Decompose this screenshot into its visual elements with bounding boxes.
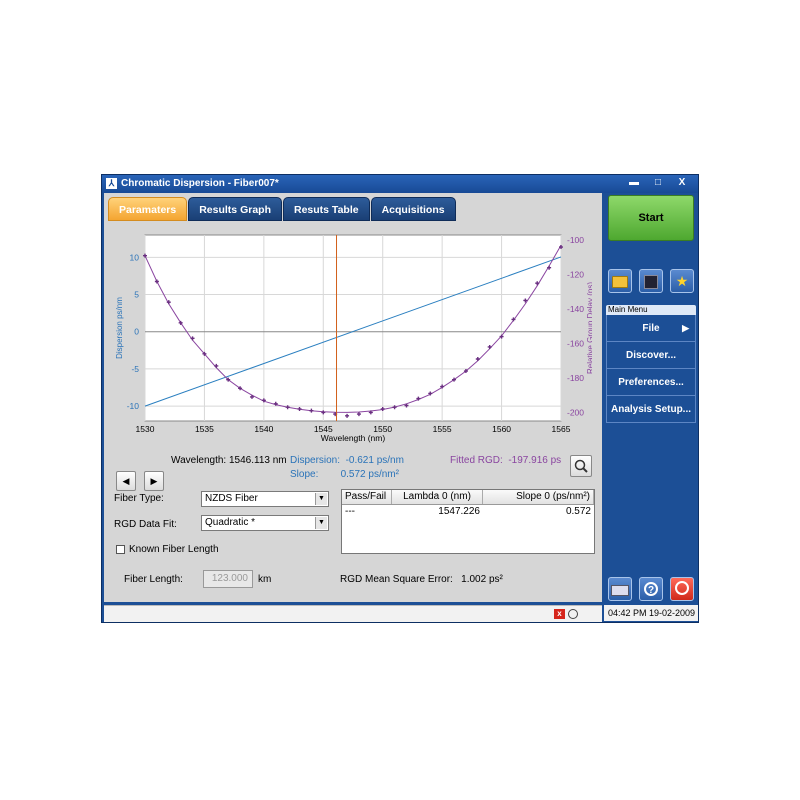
- dispersion-chart[interactable]: 1530 1535 1540 1545 1550 1555 1560 1565 10 5 0 -5 -1…: [112, 231, 592, 459]
- tab-acquisitions[interactable]: Acquisitions: [370, 197, 456, 221]
- tab-results-table[interactable]: Resuts Table: [283, 197, 370, 221]
- fiber-length-unit: km: [258, 574, 272, 585]
- fiber-length-input[interactable]: 123.000: [203, 570, 253, 588]
- menu-item-file[interactable]: File ▶: [606, 315, 696, 342]
- keyboard-button[interactable]: [608, 577, 632, 601]
- table-row[interactable]: --- 1547.226 0.572: [342, 505, 594, 519]
- app-icon: ⅄: [106, 178, 117, 189]
- table-cell-lambda0: 1547.226: [438, 506, 480, 517]
- column-header-slope0[interactable]: Slope 0 (ps/nm²): [483, 490, 594, 504]
- help-icon: ?: [644, 582, 658, 596]
- rgd-fit-value: Quadratic *: [205, 517, 256, 528]
- maximize-button[interactable]: □: [648, 177, 668, 190]
- tab-results-graph[interactable]: Results Graph: [188, 197, 282, 221]
- main-menu-header: Main Menu: [606, 305, 696, 315]
- y-tick-label: -5: [131, 364, 139, 374]
- app-window: ⅄ Chromatic Dispersion - Fiber007* ▬ □ X…: [101, 174, 699, 623]
- power-button[interactable]: [670, 577, 694, 601]
- close-button[interactable]: X: [672, 177, 692, 190]
- table-header: Pass/Fail Lambda 0 (nm) Slope 0 (ps/nm²): [342, 490, 594, 505]
- favorites-button[interactable]: ★: [670, 269, 694, 293]
- fiber-type-label: Fiber Type:: [114, 493, 164, 504]
- dispersion-readout: Dispersion: -0.621 ps/nm: [290, 455, 404, 466]
- x-axis-label: Wavelength (nm): [321, 433, 386, 443]
- chart-svg: 1530 1535 1540 1545 1550 1555 1560 15651050-5-1…: [115, 234, 592, 443]
- y-tick-label: 10: [130, 252, 140, 262]
- clock: 04:42 PM 19-02-2009: [604, 605, 698, 621]
- tab-parameters[interactable]: Paramaters: [108, 197, 188, 221]
- chevron-right-icon: ▶: [682, 323, 689, 333]
- x-tick-label: 1535: [195, 424, 214, 434]
- fiber-type-select[interactable]: NZDS Fiber ▼: [201, 491, 329, 507]
- open-button[interactable]: [608, 269, 632, 293]
- plug-icon: [568, 609, 578, 619]
- results-table: Pass/Fail Lambda 0 (nm) Slope 0 (ps/nm²)…: [341, 489, 595, 554]
- slope-readout: Slope: 0.572 ps/nm²: [290, 469, 399, 480]
- disconnected-icon: x: [554, 609, 565, 619]
- main-panel: Paramaters Results Graph Resuts Table Ac…: [104, 193, 602, 602]
- y2-tick-label: -200: [567, 407, 584, 417]
- status-bar: x: [104, 605, 602, 622]
- rgd-mse-readout: RGD Mean Square Error: 1.002 ps²: [340, 574, 503, 585]
- fiber-length-label: Fiber Length:: [124, 574, 183, 585]
- y-axis-label: Dispersion ps/nm: [115, 297, 124, 359]
- next-button[interactable]: ▶: [144, 471, 164, 491]
- x-tick-label: 1565: [552, 424, 571, 434]
- y2-tick-label: -180: [567, 373, 584, 383]
- y2-axis-label: Relative Group Delay (ps): [586, 282, 592, 374]
- column-header-pass-fail[interactable]: Pass/Fail: [342, 490, 392, 504]
- rgd-fit-label: RGD Data Fit:: [114, 519, 177, 530]
- y-tick-label: -10: [127, 401, 140, 411]
- minimize-button[interactable]: ▬: [624, 177, 644, 190]
- fitted-rgd-readout: Fitted RGD: -197.916 ps: [450, 455, 562, 466]
- column-header-lambda0[interactable]: Lambda 0 (nm): [392, 490, 483, 504]
- x-tick-label: 1530: [136, 424, 155, 434]
- zoom-button[interactable]: [570, 455, 592, 477]
- help-button[interactable]: ?: [639, 577, 663, 601]
- magnifier-icon: [574, 459, 588, 473]
- plot-area: [144, 234, 562, 422]
- keyboard-icon: [611, 585, 629, 596]
- folder-icon: [612, 276, 628, 288]
- menu-item-preferences[interactable]: Preferences...: [606, 369, 696, 396]
- chevron-down-icon: ▼: [315, 493, 327, 505]
- rgd-fit-select[interactable]: Quadratic * ▼: [201, 515, 329, 531]
- title-bar: ⅄ Chromatic Dispersion - Fiber007* ▬ □ X: [102, 175, 698, 193]
- tab-bar: Paramaters Results Graph Resuts Table Ac…: [108, 197, 457, 221]
- window-title: Chromatic Dispersion - Fiber007*: [121, 178, 279, 189]
- table-cell-slope0: 0.572: [565, 506, 591, 517]
- fiber-type-value: NZDS Fiber: [205, 493, 258, 504]
- floppy-disk-icon: [644, 275, 658, 289]
- chevron-down-icon: ▼: [315, 517, 327, 529]
- prev-button[interactable]: ◀: [116, 471, 136, 491]
- right-panel: Start ★ Main Menu File ▶ Discover... Pre…: [604, 193, 698, 602]
- x-tick-label: 1560: [492, 424, 511, 434]
- y2-tick-label: -100: [567, 235, 584, 245]
- y-tick-label: 5: [134, 290, 139, 300]
- y-tick-label: 0: [134, 327, 139, 337]
- menu-item-discover[interactable]: Discover...: [606, 342, 696, 369]
- known-length-checkbox[interactable]: [116, 545, 125, 554]
- menu-item-label: File: [642, 323, 660, 334]
- known-length-label: Known Fiber Length: [129, 544, 219, 555]
- save-button[interactable]: [639, 269, 663, 293]
- power-icon: [675, 581, 689, 595]
- x-tick-label: 1555: [433, 424, 452, 434]
- start-button[interactable]: Start: [608, 195, 694, 241]
- star-icon: ★: [675, 273, 689, 289]
- wavelength-readout: Wavelength: 1546.113 nm: [171, 455, 287, 466]
- y2-tick-label: -120: [567, 270, 584, 280]
- table-cell-pass-fail: ---: [345, 506, 355, 517]
- x-tick-label: 1540: [254, 424, 273, 434]
- y2-tick-label: -140: [567, 304, 584, 314]
- menu-item-analysis-setup[interactable]: Analysis Setup...: [606, 396, 696, 423]
- y2-tick-label: -160: [567, 339, 584, 349]
